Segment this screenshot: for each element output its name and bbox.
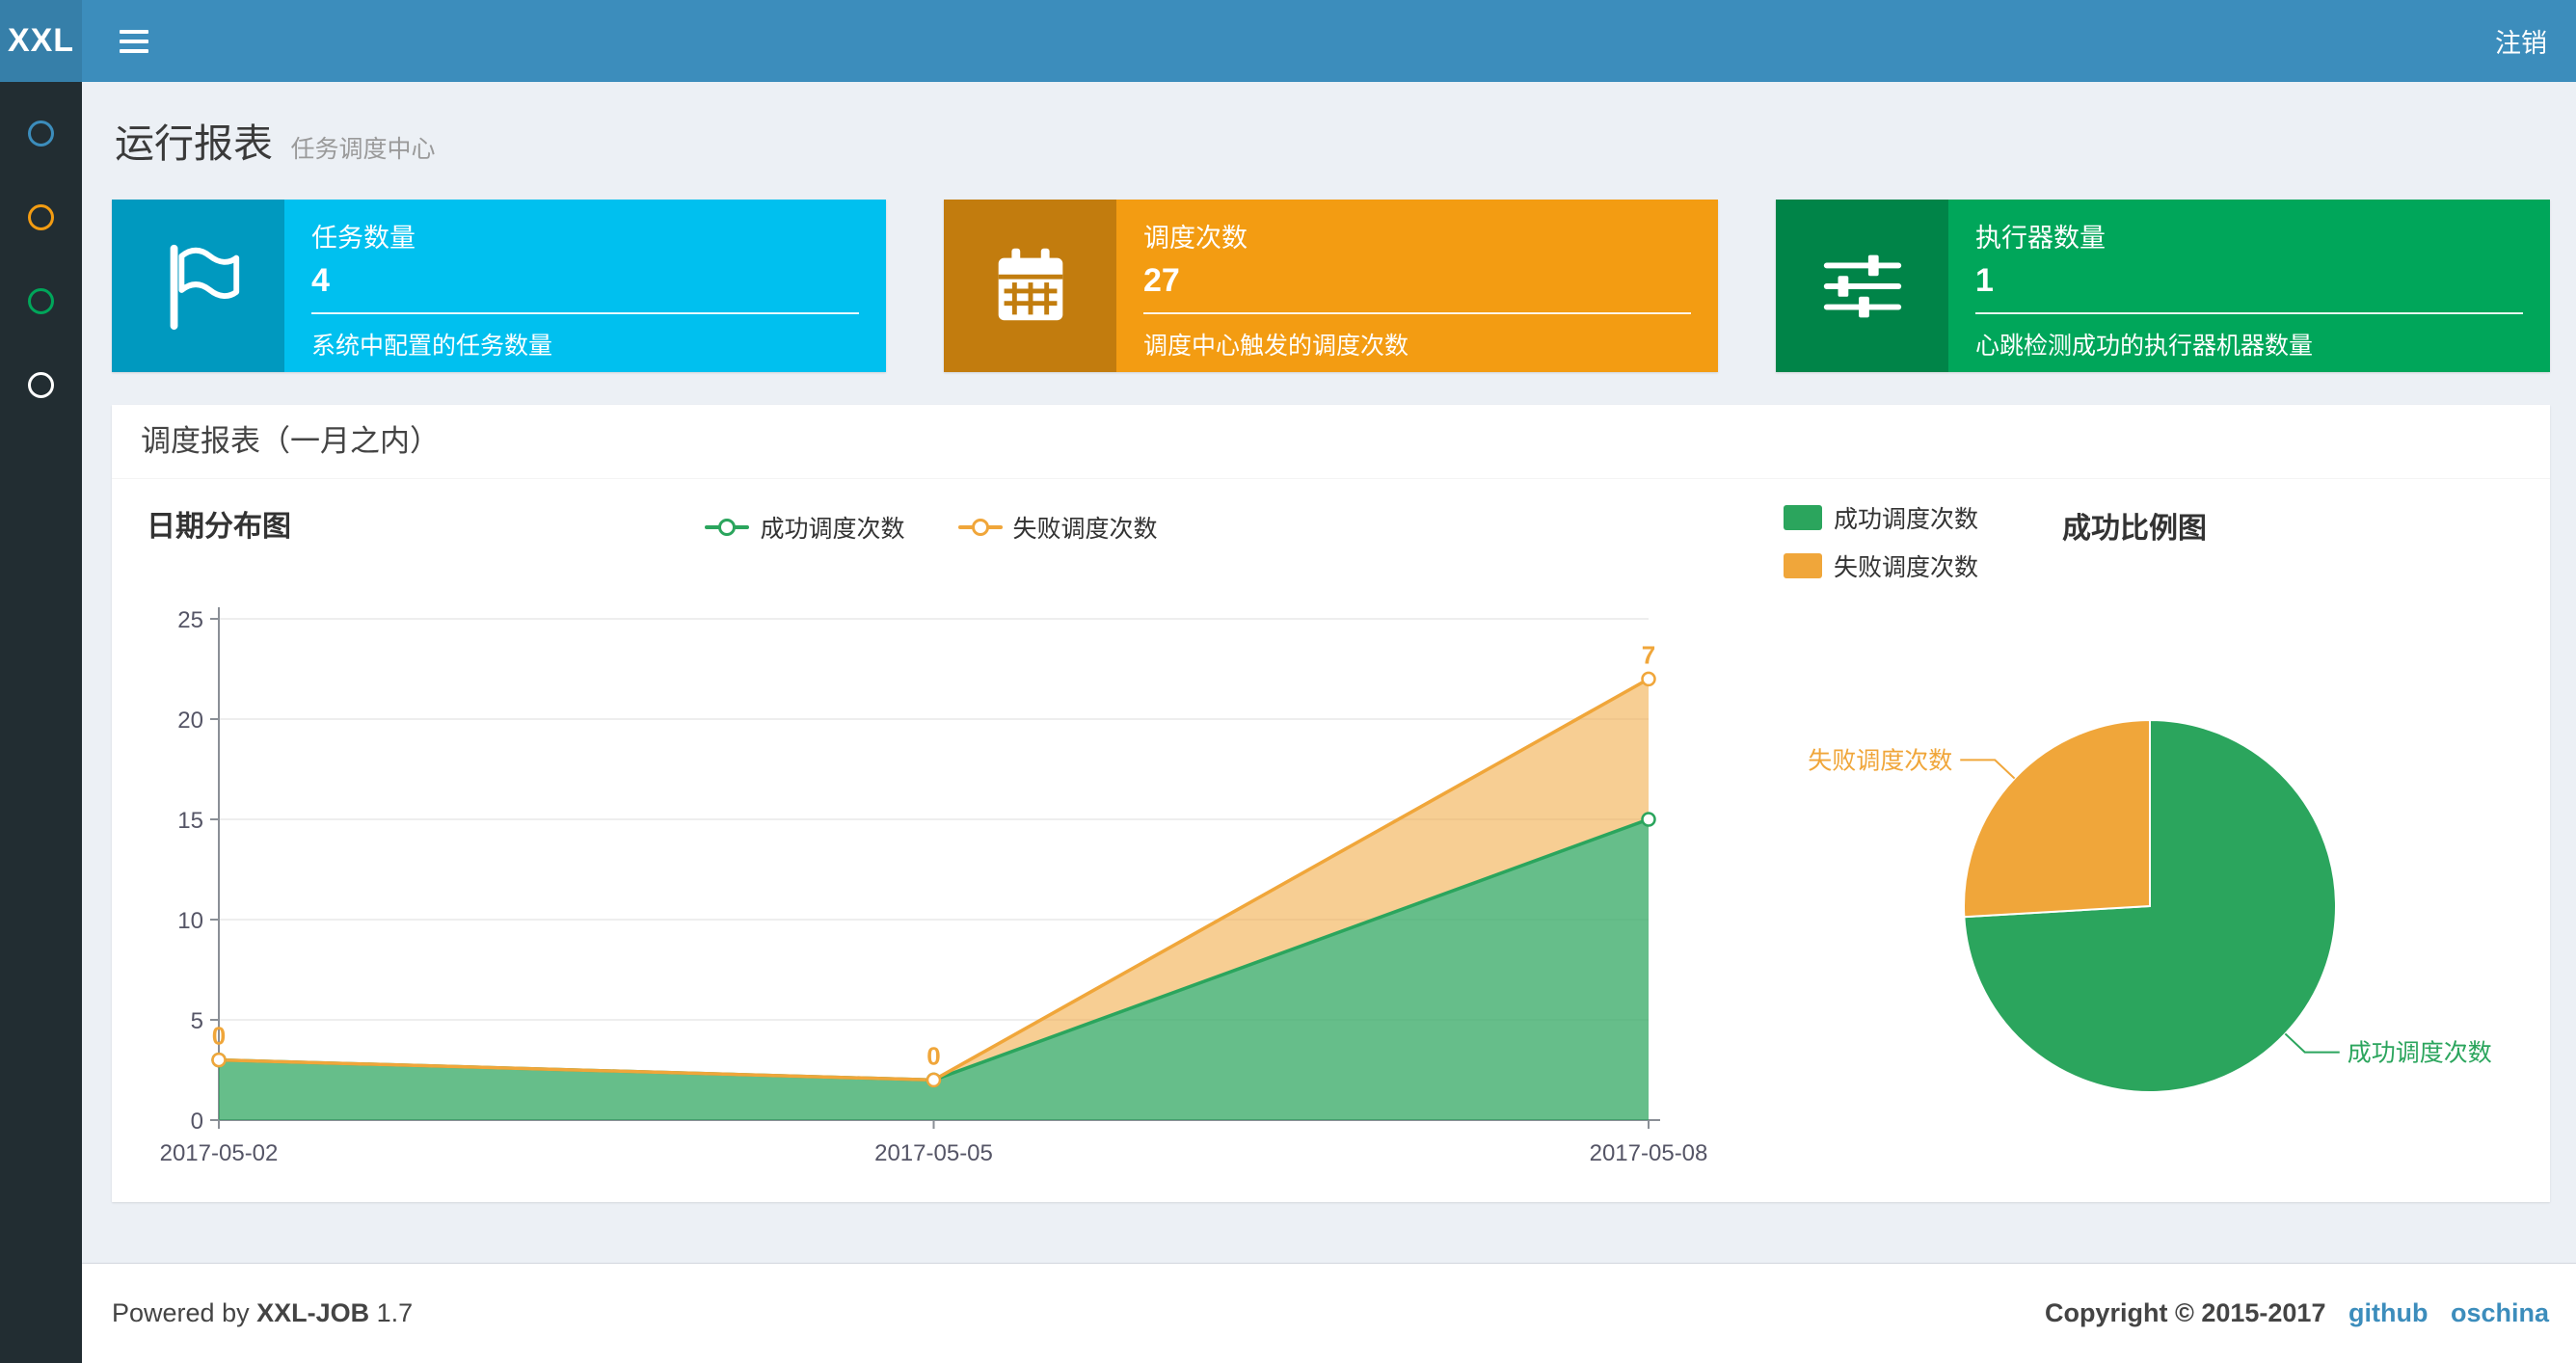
hamburger-icon — [120, 48, 148, 53]
info-label: 调度次数 — [1143, 224, 1248, 253]
info-box-jobs: 任务数量 4 系统中配置的任务数量 — [112, 200, 886, 372]
logout-link[interactable]: 注销 — [2495, 22, 2547, 60]
product-version: 1.7 — [376, 1298, 414, 1327]
info-divider — [311, 312, 859, 314]
info-box-content: 调度次数 27 调度中心触发的调度次数 — [1116, 200, 1718, 372]
navbar-body: 注销 — [82, 0, 2576, 82]
report-box: 调度报表（一月之内） 日期分布图 成功调度次数 失败调度次数 0 5 10 15 20 2… — [112, 405, 2550, 1202]
svg-text:7: 7 — [1642, 640, 1655, 669]
info-value: 4 — [311, 262, 330, 299]
flag-icon — [112, 200, 284, 372]
hamburger-icon — [120, 39, 148, 43]
svg-text:0: 0 — [926, 1041, 940, 1070]
info-box-row: 任务数量 4 系统中配置的任务数量 调度次数 27 调度中心触发的调度次数 执行… — [112, 200, 2550, 372]
calendar-icon — [944, 200, 1116, 372]
app-logo[interactable]: XXL — [0, 0, 82, 82]
footer-right: Copyright © 2015-2017 github oschina — [2045, 1298, 2549, 1328]
page-subtitle: 任务调度中心 — [290, 136, 436, 163]
info-box-executors: 执行器数量 1 心跳检测成功的执行器机器数量 — [1776, 200, 2550, 372]
line-area-chart: 05101520252017-05-02 2017-05-05 2017-05-08… — [160, 607, 1708, 1166]
circle-icon — [28, 288, 54, 314]
svg-text:10: 10 — [177, 908, 203, 934]
svg-text:15: 15 — [177, 808, 203, 834]
product-name: XXL-JOB — [256, 1298, 370, 1327]
svg-text:2017-05-05: 2017-05-05 — [874, 1140, 993, 1166]
info-description: 调度中心触发的调度次数 — [1143, 333, 1409, 360]
powered-prefix: Powered by — [112, 1298, 250, 1327]
circle-icon — [28, 204, 54, 230]
info-value: 1 — [1975, 262, 1994, 299]
svg-text:成功调度次数: 成功调度次数 — [2348, 1040, 2492, 1067]
info-box-content: 执行器数量 1 心跳检测成功的执行器机器数量 — [1948, 200, 2550, 372]
page-header: 运行报表 任务调度中心 — [82, 82, 2576, 169]
footer: Powered by XXL-JOB 1.7 Copyright © 2015-… — [82, 1263, 2576, 1363]
info-description: 系统中配置的任务数量 — [311, 333, 553, 360]
sidebar-item-1[interactable] — [0, 92, 82, 175]
hamburger-icon — [120, 29, 148, 34]
svg-text:0: 0 — [212, 1022, 226, 1051]
sidebar-item-2[interactable] — [0, 175, 82, 259]
svg-text:25: 25 — [177, 607, 203, 633]
top-navbar: XXL 注销 — [0, 0, 2576, 82]
sidebar-item-4[interactable] — [0, 343, 82, 427]
info-value: 27 — [1143, 262, 1180, 299]
oschina-link[interactable]: oschina — [2451, 1298, 2549, 1327]
copyright-text: Copyright © 2015-2017 — [2044, 1298, 2326, 1327]
powered-by-text: Powered by XXL-JOB 1.7 — [112, 1298, 413, 1328]
info-description: 心跳检测成功的执行器机器数量 — [1975, 333, 2314, 360]
svg-text:0: 0 — [191, 1109, 203, 1135]
circle-icon — [28, 372, 54, 398]
info-box-content: 任务数量 4 系统中配置的任务数量 — [284, 200, 886, 372]
svg-text:2017-05-08: 2017-05-08 — [1590, 1140, 1708, 1166]
sidebar — [0, 82, 82, 1363]
info-divider — [1975, 312, 2523, 314]
info-divider — [1143, 312, 1691, 314]
github-link[interactable]: github — [2348, 1298, 2428, 1327]
svg-text:2017-05-02: 2017-05-02 — [160, 1140, 279, 1166]
pie-chart: 成功调度次数 失败调度次数 — [1808, 718, 2492, 1093]
content-area: 运行报表 任务调度中心 任务数量 4 系统中配置的任务数量 调度次数 27 调度… — [82, 82, 2576, 1363]
info-box-triggers: 调度次数 27 调度中心触发的调度次数 — [944, 200, 1718, 372]
sliders-icon — [1776, 200, 1948, 372]
svg-text:5: 5 — [191, 1008, 203, 1034]
info-label: 执行器数量 — [1975, 224, 2106, 253]
page-title: 运行报表 — [115, 121, 273, 166]
report-box-body: 日期分布图 成功调度次数 失败调度次数 0 5 10 15 20 25 2017-05-02… — [112, 479, 2550, 1202]
info-label: 任务数量 — [311, 224, 416, 253]
sidebar-toggle-button[interactable] — [114, 20, 154, 63]
svg-text:20: 20 — [177, 708, 203, 734]
sidebar-item-3[interactable] — [0, 259, 82, 343]
circle-icon — [28, 120, 54, 147]
svg-text:失败调度次数: 失败调度次数 — [1808, 747, 1952, 774]
report-box-header: 调度报表（一月之内） — [112, 405, 2550, 479]
